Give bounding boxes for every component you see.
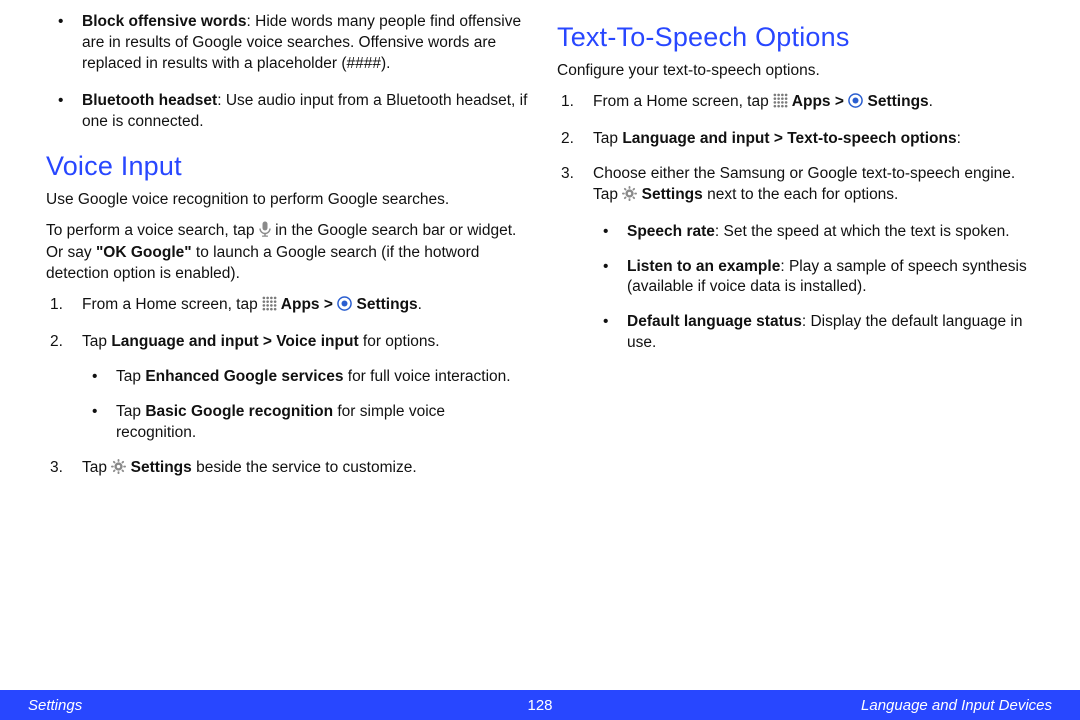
text: for full voice interaction. xyxy=(343,368,510,385)
apps-label: Apps > xyxy=(788,93,848,110)
sub-bold: Default language status xyxy=(627,313,802,330)
text: . xyxy=(929,93,933,110)
text: Tap xyxy=(82,333,111,350)
apps-label: Apps > xyxy=(277,296,337,313)
text: : xyxy=(957,130,961,147)
settings-label: Settings xyxy=(863,93,928,110)
settings-icon xyxy=(848,93,863,115)
sub-bold: Speech rate xyxy=(627,223,715,240)
footer-page-number: 128 xyxy=(527,697,552,714)
text: Tap xyxy=(116,403,145,420)
text: for options. xyxy=(359,333,440,350)
ok-google-quote: "OK Google" xyxy=(96,244,192,261)
bullet-block-offensive: Block offensive words: Hide words many p… xyxy=(72,12,529,75)
step-3-sub: Speech rate: Set the speed at which the … xyxy=(593,222,1040,355)
content-columns: Block offensive words: Hide words many p… xyxy=(0,0,1080,535)
text: To perform a voice search, tap xyxy=(46,222,259,239)
step-2-sub: Tap Enhanced Google services for full vo… xyxy=(82,367,529,444)
step-3: Tap Settings beside the service to custo… xyxy=(72,458,529,481)
step-1: From a Home screen, tap Apps > Settings. xyxy=(72,295,529,318)
step-3: Choose either the Samsung or Google text… xyxy=(583,164,1040,354)
sub-bold: Enhanced Google services xyxy=(145,368,343,385)
bullet-bluetooth-headset: Bluetooth headset: Use audio input from … xyxy=(72,91,529,133)
settings-label: Settings xyxy=(126,459,191,476)
step-1: From a Home screen, tap Apps > Settings. xyxy=(583,92,1040,115)
settings-icon xyxy=(337,296,352,318)
apps-icon xyxy=(262,296,277,318)
footer-subsection: Language and Input Devices xyxy=(861,697,1052,714)
intro-bullets: Block offensive words: Hide words many p… xyxy=(46,12,529,133)
sub-basic: Tap Basic Google recognition for simple … xyxy=(106,402,529,444)
text: . xyxy=(418,296,422,313)
sub-enhanced: Tap Enhanced Google services for full vo… xyxy=(106,367,529,388)
document-page: Block offensive words: Hide words many p… xyxy=(0,0,1080,720)
voice-input-steps: From a Home screen, tap Apps > Settings.… xyxy=(46,295,529,481)
microphone-icon xyxy=(259,221,271,244)
page-footer: Settings 128 Language and Input Devices xyxy=(0,690,1080,720)
text: Tap xyxy=(593,130,622,147)
tts-intro: Configure your text-to-speech options. xyxy=(557,61,1040,82)
settings-label: Settings xyxy=(352,296,417,313)
text: Tap xyxy=(116,368,145,385)
settings-label: Settings xyxy=(637,186,702,203)
voice-input-intro-2: To perform a voice search, tap in the Go… xyxy=(46,221,529,286)
sub-listen-example: Listen to an example: Play a sample of s… xyxy=(617,257,1040,299)
right-column: Text-To-Speech Options Configure your te… xyxy=(557,12,1040,495)
text: From a Home screen, tap xyxy=(82,296,262,313)
text: next to the each for options. xyxy=(703,186,899,203)
step-bold: Language and input > Voice input xyxy=(111,333,358,350)
tts-steps: From a Home screen, tap Apps > Settings.… xyxy=(557,92,1040,354)
sub-default-language: Default language status: Display the def… xyxy=(617,312,1040,354)
step-2: Tap Language and input > Text-to-speech … xyxy=(583,129,1040,150)
text: Tap xyxy=(82,459,111,476)
gear-icon xyxy=(622,186,637,208)
bullet-bold: Block offensive words xyxy=(82,13,247,30)
heading-voice-input: Voice Input xyxy=(46,151,529,182)
bullet-bold: Bluetooth headset xyxy=(82,92,217,109)
step-2: Tap Language and input > Voice input for… xyxy=(72,332,529,444)
sub-bold: Listen to an example xyxy=(627,258,780,275)
step-bold: Language and input > Text-to-speech opti… xyxy=(622,130,956,147)
voice-input-intro-1: Use Google voice recognition to perform … xyxy=(46,190,529,211)
apps-icon xyxy=(773,93,788,115)
text: beside the service to customize. xyxy=(192,459,417,476)
heading-tts: Text-To-Speech Options xyxy=(557,22,1040,53)
sub-speech-rate: Speech rate: Set the speed at which the … xyxy=(617,222,1040,243)
gear-icon xyxy=(111,459,126,481)
footer-section: Settings xyxy=(28,697,82,714)
text: From a Home screen, tap xyxy=(593,93,773,110)
sub-bold: Basic Google recognition xyxy=(145,403,333,420)
text: : Set the speed at which the text is spo… xyxy=(715,223,1010,240)
left-column: Block offensive words: Hide words many p… xyxy=(46,12,529,495)
